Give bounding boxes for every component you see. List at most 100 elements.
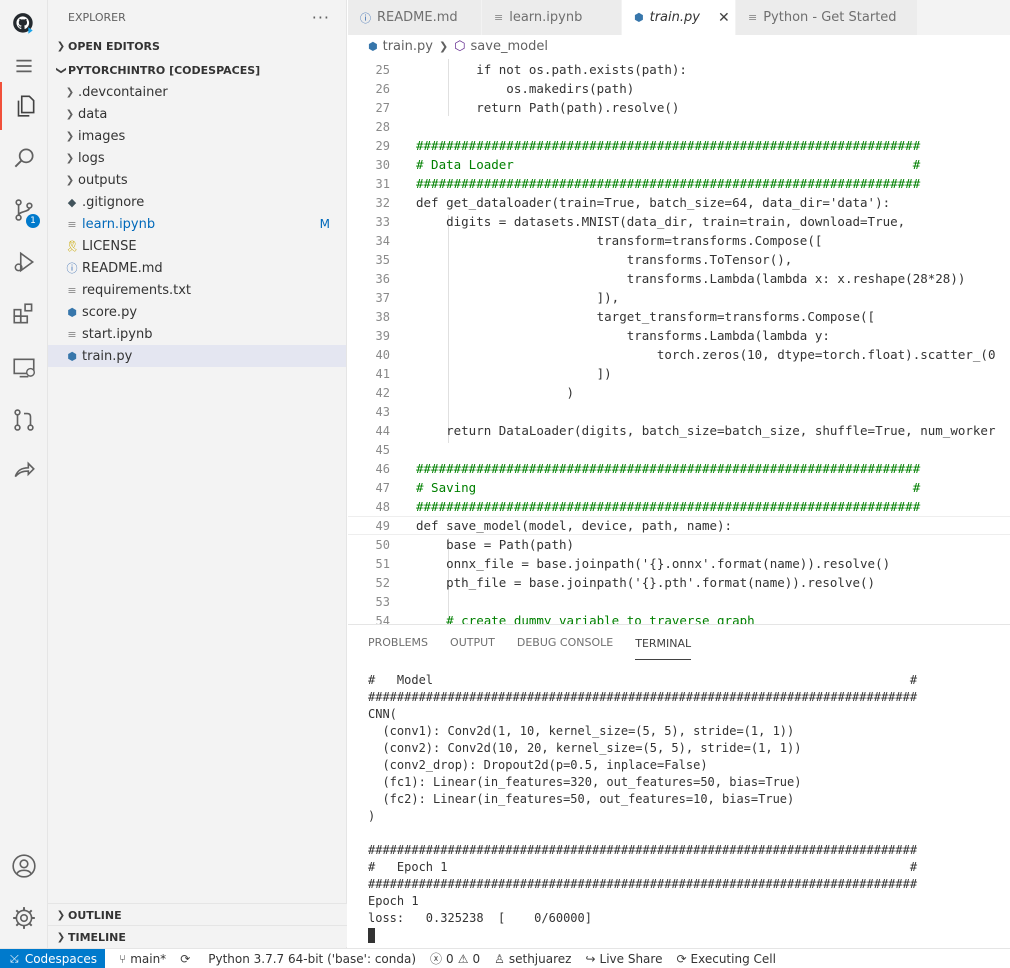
- extensions-icon[interactable]: [0, 290, 48, 338]
- terminal-line: (conv1): Conv2d(1, 10, kernel_size=(5, 5…: [368, 724, 795, 738]
- remote-explorer-icon[interactable]: [0, 344, 48, 392]
- code-line[interactable]: 38 target_transform=transforms.Compose([: [348, 307, 1010, 326]
- line-number: 41: [375, 366, 390, 381]
- terminal-line: (conv2_drop): Dropout2d(p=0.5, inplace=F…: [368, 758, 708, 772]
- search-icon[interactable]: [0, 134, 48, 182]
- open-editors-section[interactable]: ❯ OPEN EDITORS: [48, 35, 346, 57]
- code-line[interactable]: 32 def get_dataloader(train=True, batch_s…: [348, 193, 1010, 212]
- terminal-output[interactable]: # Model # ###############################…: [368, 672, 917, 944]
- code-text: ########################################…: [416, 176, 921, 191]
- code-line[interactable]: 50 base = Path(path): [348, 535, 1010, 554]
- code-line[interactable]: 53: [348, 592, 1010, 611]
- more-actions-icon[interactable]: ···: [312, 8, 330, 27]
- activity-bar: 1: [0, 0, 48, 948]
- tree-item-readme[interactable]: ⓘ README.md: [48, 257, 346, 279]
- tree-item-logs[interactable]: ❯ logs: [48, 147, 346, 169]
- line-number: 38: [375, 309, 390, 324]
- executing-cell-indicator[interactable]: ⟳ Executing Cell: [676, 952, 775, 966]
- live-share-icon[interactable]: [0, 446, 48, 494]
- settings-gear-icon[interactable]: [0, 894, 48, 942]
- breadcrumb-file[interactable]: train.py: [383, 39, 433, 54]
- explorer-icon[interactable]: [0, 82, 48, 130]
- pull-requests-icon[interactable]: [0, 396, 48, 444]
- outline-section[interactable]: ❯ OUTLINE: [48, 903, 347, 925]
- code-line[interactable]: 51 onnx_file = base.joinpath('{}.onnx'.f…: [348, 554, 1010, 573]
- breadcrumb-symbol[interactable]: save_model: [471, 39, 548, 54]
- tree-item-label: LICENSE: [82, 238, 137, 254]
- code-editor[interactable]: 25 if not os.path.exists(path): 26 os.mak…: [348, 57, 1010, 624]
- code-line[interactable]: 43: [348, 402, 1010, 421]
- tab-train-py[interactable]: ⬢ train.py ✕: [622, 0, 736, 35]
- tab-python-get-started[interactable]: ≡ Python - Get Started: [736, 0, 918, 35]
- tree-item-score-py[interactable]: ⬢ score.py: [48, 301, 346, 323]
- code-line[interactable]: 40 torch.zeros(10, dtype=torch.float).sc…: [348, 345, 1010, 364]
- tree-item-label: train.py: [82, 348, 133, 364]
- tree-item-requirements[interactable]: ≡ requirements.txt: [48, 279, 346, 301]
- tree-item-start-ipynb[interactable]: ≡ start.ipynb: [48, 323, 346, 345]
- workspace-section[interactable]: ❯ PYTORCHINTRO [CODESPACES]: [48, 59, 346, 81]
- code-line[interactable]: 45: [348, 440, 1010, 459]
- code-line[interactable]: 46 ######################################…: [348, 459, 1010, 478]
- code-line[interactable]: 36 transforms.Lambda(lambda x: x.reshape…: [348, 269, 1010, 288]
- tab-label: Python - Get Started: [763, 10, 897, 25]
- code-line[interactable]: 48 ######################################…: [348, 497, 1010, 516]
- code-line[interactable]: 47 # Saving #: [348, 478, 1010, 497]
- live-share-button[interactable]: ↪ Live Share: [585, 952, 662, 966]
- tab-debug-console[interactable]: DEBUG CONSOLE: [517, 625, 613, 660]
- run-debug-icon[interactable]: [0, 238, 48, 286]
- code-line[interactable]: 54 # create dummy variable to traverse g…: [348, 611, 1010, 624]
- code-line[interactable]: 44 return DataLoader(digits, batch_size=…: [348, 421, 1010, 440]
- tab-output[interactable]: OUTPUT: [450, 625, 495, 660]
- code-line[interactable]: 29 ######################################…: [348, 136, 1010, 155]
- accounts-icon[interactable]: [0, 842, 48, 890]
- account-icon: ♙: [494, 951, 505, 966]
- code-text: # create dummy variable to traverse grap…: [416, 613, 755, 624]
- tab-label: train.py: [649, 10, 700, 25]
- tab-learn-ipynb[interactable]: ≡ learn.ipynb: [482, 0, 622, 35]
- code-line[interactable]: 34 transform=transforms.Compose([: [348, 231, 1010, 250]
- tree-item-train-py[interactable]: ⬢ train.py: [48, 345, 346, 367]
- close-icon[interactable]: ✕: [718, 10, 730, 26]
- tab-problems[interactable]: PROBLEMS: [368, 625, 428, 660]
- code-line[interactable]: 28: [348, 117, 1010, 136]
- code-line[interactable]: 42 ): [348, 383, 1010, 402]
- branch-indicator[interactable]: ⑂ main*: [119, 952, 166, 966]
- code-line[interactable]: 27 return Path(path).resolve(): [348, 98, 1010, 117]
- user-indicator[interactable]: ♙ sethjuarez: [494, 952, 571, 966]
- code-line[interactable]: 31 ######################################…: [348, 174, 1010, 193]
- code-line[interactable]: 52 pth_file = base.joinpath('{}.pth'.for…: [348, 573, 1010, 592]
- code-line[interactable]: 41 ]): [348, 364, 1010, 383]
- tree-item-label: score.py: [82, 304, 138, 320]
- line-number: 31: [375, 176, 390, 191]
- tree-item-gitignore[interactable]: ◆ .gitignore: [48, 191, 346, 213]
- line-number: 35: [375, 252, 390, 267]
- code-line[interactable]: 37 ]),: [348, 288, 1010, 307]
- panel-tabs: PROBLEMS OUTPUT DEBUG CONSOLE TERMINAL: [348, 625, 1010, 660]
- code-line[interactable]: 35 transforms.ToTensor(),: [348, 250, 1010, 269]
- source-control-icon[interactable]: 1: [0, 186, 48, 234]
- code-line[interactable]: 49 def save_model(model, device, path, na…: [348, 516, 1010, 535]
- remote-indicator[interactable]: ⤩ Codespaces: [0, 948, 105, 968]
- code-line[interactable]: 39 transforms.Lambda(lambda y:: [348, 326, 1010, 345]
- tree-item-license[interactable]: 🎗 LICENSE: [48, 235, 346, 257]
- timeline-section[interactable]: ❯ TIMELINE: [48, 925, 347, 947]
- tree-item-learn-ipynb[interactable]: ≡ learn.ipynb M: [48, 213, 346, 235]
- problems-indicator[interactable]: ⓧ 0 ⚠ 0: [430, 950, 480, 967]
- python-interpreter[interactable]: Python 3.7.7 64-bit ('base': conda): [208, 952, 416, 966]
- terminal-line: ): [368, 809, 376, 823]
- tree-item-devcontainer[interactable]: ❯ .devcontainer: [48, 81, 346, 103]
- tab-readme[interactable]: ⓘ README.md: [348, 0, 482, 35]
- tree-item-data[interactable]: ❯ data: [48, 103, 346, 125]
- github-codespaces-icon[interactable]: [0, 0, 48, 48]
- line-number: 40: [375, 347, 390, 362]
- tree-item-outputs[interactable]: ❯ outputs: [48, 169, 346, 191]
- code-line[interactable]: 25 if not os.path.exists(path):: [348, 60, 1010, 79]
- open-editors-label: OPEN EDITORS: [68, 39, 160, 53]
- sync-button[interactable]: ⟳: [180, 952, 194, 966]
- tree-item-images[interactable]: ❯ images: [48, 125, 346, 147]
- code-line[interactable]: 30 # Data Loader #: [348, 155, 1010, 174]
- tab-terminal[interactable]: TERMINAL: [635, 627, 692, 660]
- code-line[interactable]: 33 digits = datasets.MNIST(data_dir, tra…: [348, 212, 1010, 231]
- code-line[interactable]: 26 os.makedirs(path): [348, 79, 1010, 98]
- line-number: 27: [375, 100, 390, 115]
